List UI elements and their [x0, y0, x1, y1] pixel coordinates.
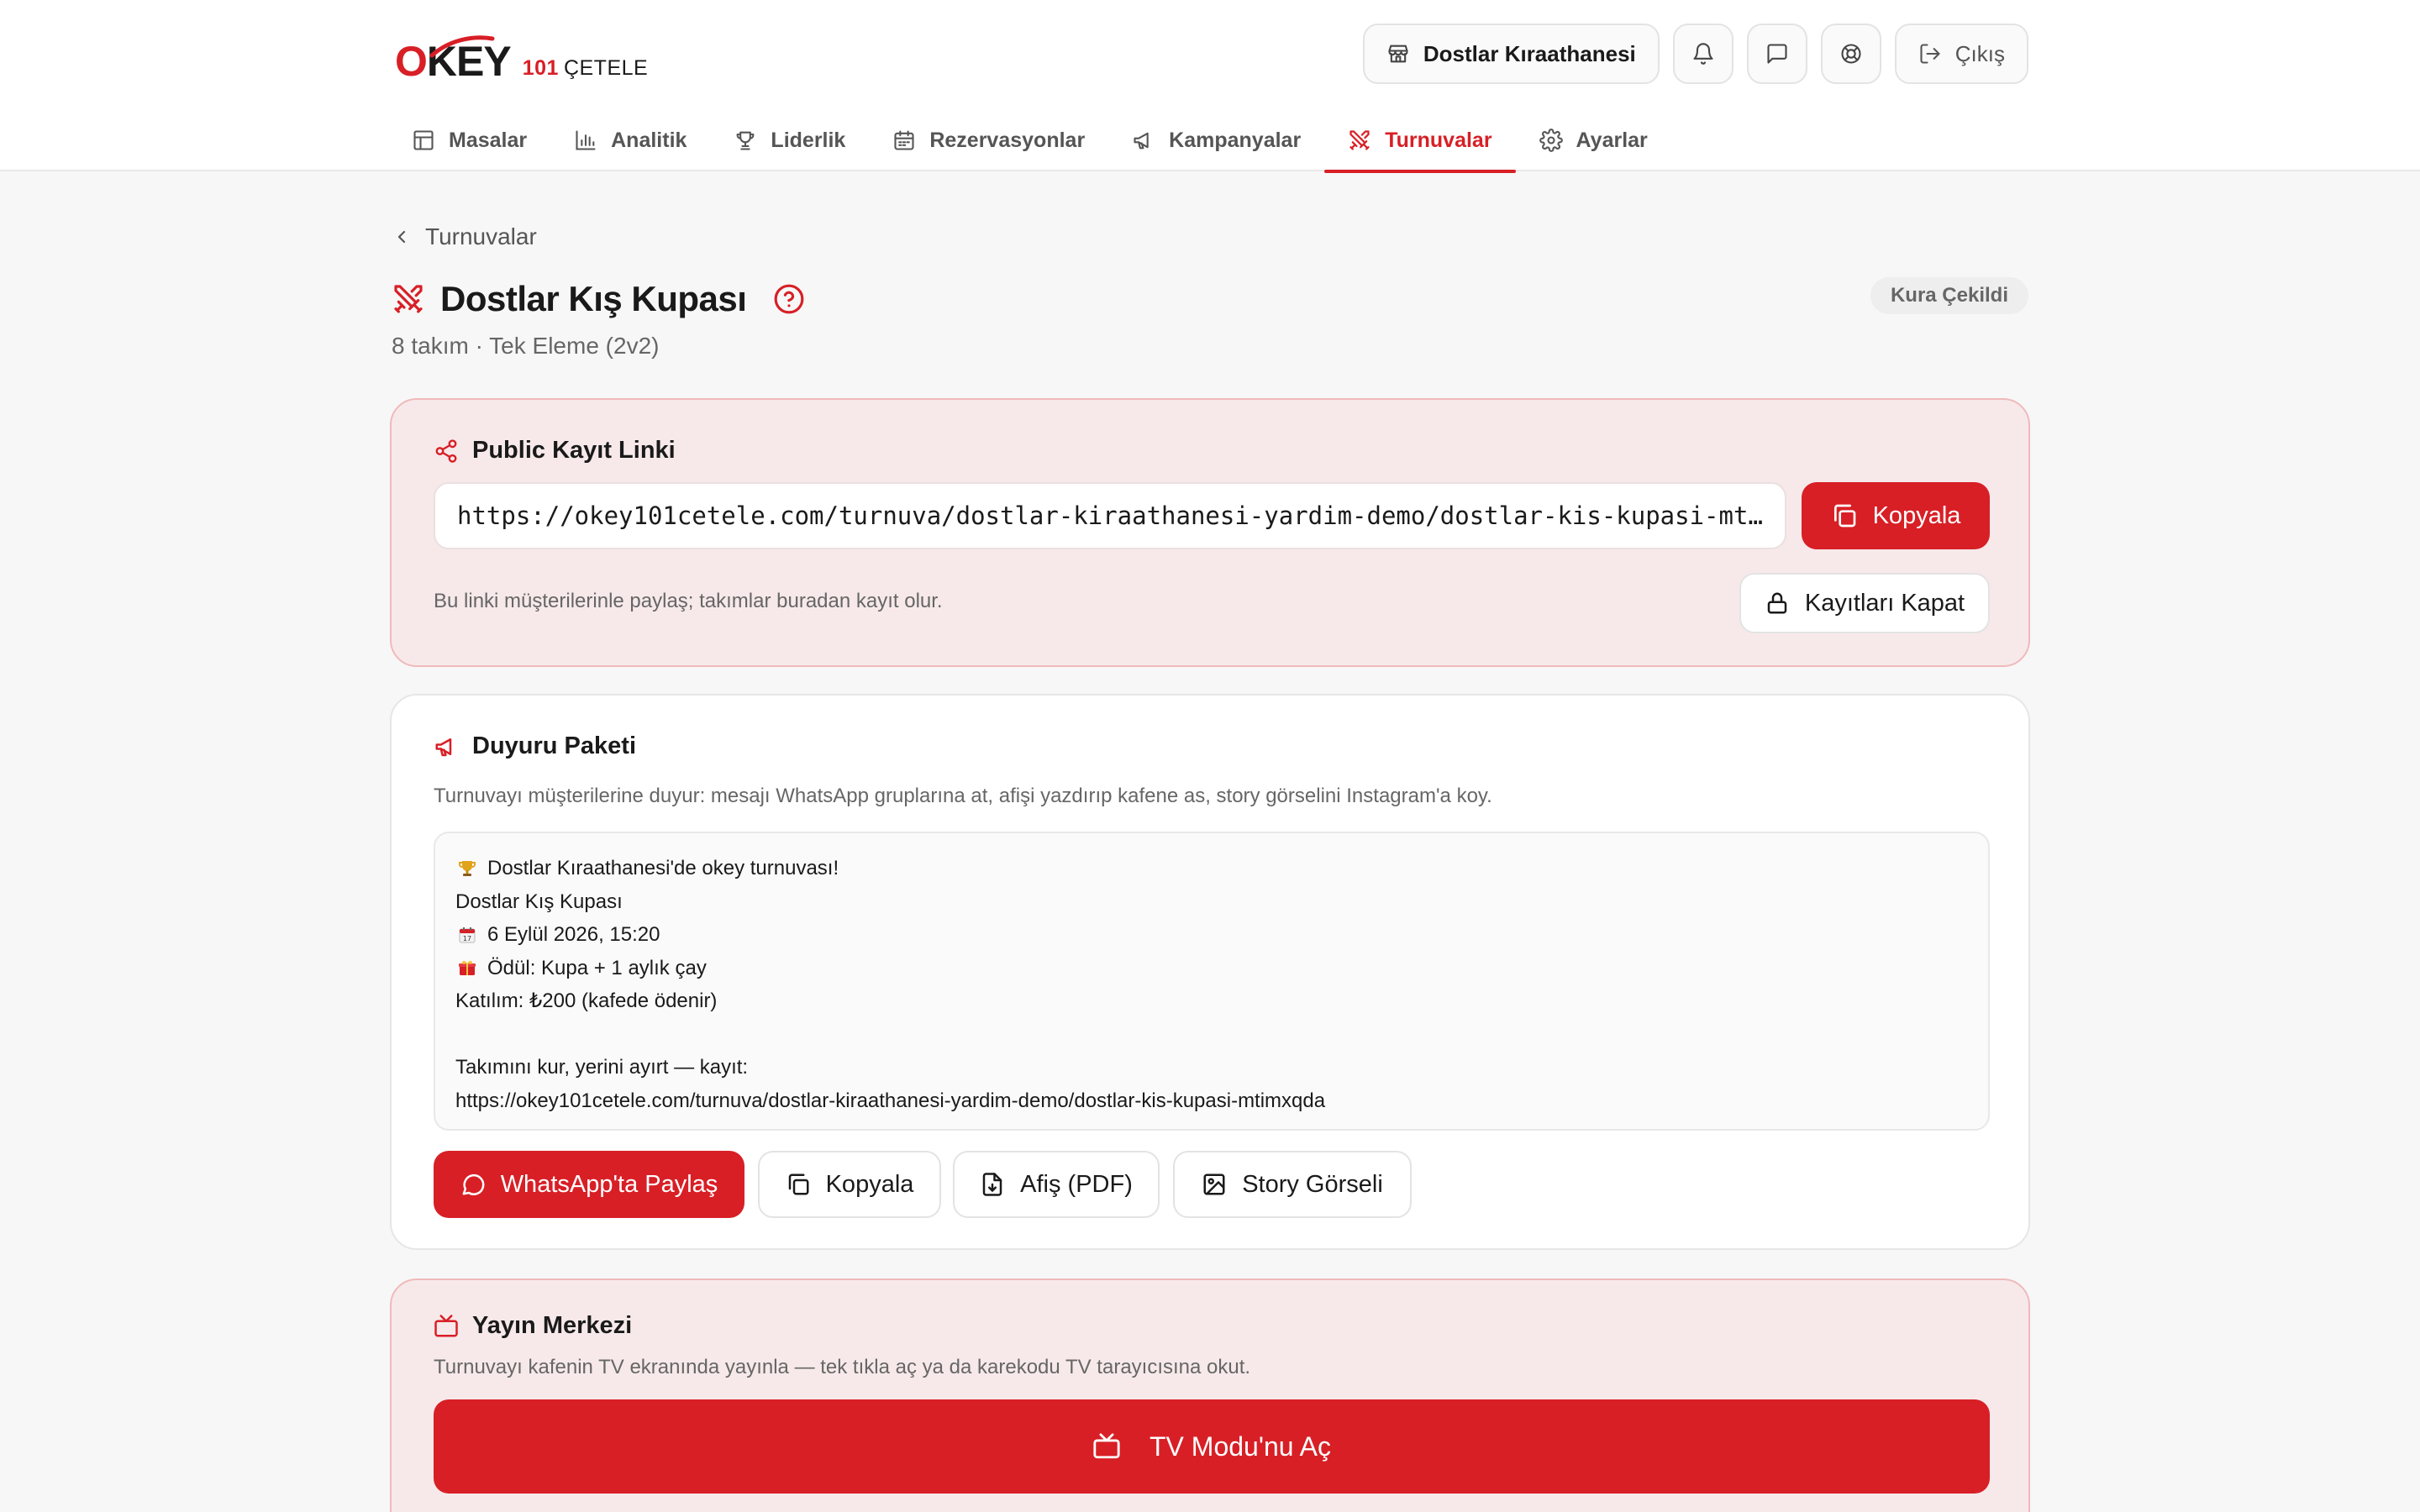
poster-pdf-button[interactable]: Afiş (PDF) [953, 1151, 1160, 1218]
registration-link-card: Public Kayıt Linki https://okey101cetele… [390, 398, 2030, 667]
announcement-line: Ödül: Kupa + 1 aylık çay [455, 952, 1968, 985]
announcement-line: https://okey101cetele.com/turnuva/dostla… [455, 1089, 1326, 1112]
breadcrumb-back-link[interactable]: Turnuvalar [392, 223, 537, 250]
announcement-desc: Turnuvayı müşterilerine duyur: mesajı Wh… [434, 785, 1492, 807]
logo-wordmark: OKEY [395, 35, 512, 82]
announcement-line: Takımını kur, yerini ayırt — kayıt: [455, 1056, 749, 1079]
lock-icon [1767, 592, 1787, 614]
logo-subtitle: 101 ÇETELE [522, 56, 649, 80]
table-icon [413, 130, 434, 150]
broadcast-card-title: Yayın Merkezi [434, 1312, 632, 1340]
status-badge: Kura Çekildi [1870, 277, 2028, 314]
page-title: Dostlar Kış Kupası [440, 279, 747, 318]
calendar-emoji-icon: 17 [455, 923, 479, 947]
page-subtitle: 8 takım · Tek Eleme (2v2) [392, 333, 660, 359]
bar-chart-icon [576, 130, 596, 150]
chat-icon [1767, 44, 1787, 64]
brand-logo[interactable]: OKEY 101 ÇETELE [395, 29, 648, 82]
announcement-message-box[interactable]: Dostlar Kıraathanesi'de okey turnuvası! … [434, 832, 1990, 1131]
registration-card-title: Public Kayıt Linki [434, 437, 676, 465]
copy-icon [788, 1173, 809, 1195]
help-button[interactable] [1820, 24, 1881, 84]
open-tv-mode-button[interactable]: TV Modu'nu Aç [434, 1399, 1990, 1494]
announcement-line: Dostlar Kış Kupası [455, 890, 623, 913]
tab-kampanyalar[interactable]: Kampanyalar [1108, 109, 1324, 171]
megaphone-icon [1134, 132, 1149, 150]
svg-text:17: 17 [463, 935, 471, 942]
calendar-icon [894, 130, 914, 150]
broadcast-desc: Turnuvayı kafenin TV ekranında yayınla —… [434, 1356, 1251, 1378]
file-download-icon [982, 1173, 1002, 1196]
lifebuoy-icon [1841, 44, 1861, 64]
gift-emoji-icon [455, 956, 479, 979]
trophy-emoji-icon [455, 857, 479, 880]
notifications-button[interactable] [1672, 24, 1733, 84]
copy-link-button[interactable]: Kopyala [1802, 482, 1990, 549]
header-actions: Dostlar Kıraathanesi Çıkış [1362, 24, 2028, 84]
logo-swoosh-icon [429, 35, 495, 58]
announcement-card: Duyuru Paketi Turnuvayı müşterilerine du… [390, 694, 2030, 1250]
tab-ayarlar[interactable]: Ayarlar [1516, 109, 1671, 171]
registration-url-text: https://okey101cetele.com/turnuva/dostla… [457, 501, 1763, 530]
messages-button[interactable] [1746, 24, 1807, 84]
logout-button[interactable]: Çıkış [1894, 24, 2028, 84]
page-title-row: Dostlar Kış Kupası [392, 279, 805, 319]
share-icon [435, 438, 457, 463]
venue-name: Dostlar Kıraathanesi [1423, 40, 1636, 66]
bell-icon [1693, 43, 1713, 65]
registration-url-field[interactable]: https://okey101cetele.com/turnuva/dostla… [434, 482, 1786, 549]
help-circle-icon[interactable] [773, 283, 805, 315]
main-nav: Masalar Analitik Liderlik Rezervasyonlar… [395, 109, 1671, 173]
store-icon [1388, 45, 1408, 63]
announcement-card-title: Duyuru Paketi [434, 732, 636, 760]
tab-masalar[interactable]: Masalar [395, 109, 550, 171]
image-icon [1203, 1173, 1225, 1195]
tab-analitik[interactable]: Analitik [550, 109, 710, 171]
story-image-button[interactable]: Story Görseli [1173, 1151, 1412, 1218]
registration-help-text: Bu linki müşterilerinle paylaş; takımlar… [434, 590, 943, 612]
copy-icon [1833, 504, 1855, 528]
gear-icon [1539, 129, 1563, 152]
close-registrations-button[interactable]: Kayıtları Kapat [1739, 573, 1990, 633]
tv-icon [1093, 1433, 1120, 1459]
logout-icon [1920, 44, 1940, 64]
announcement-line: Dostlar Kıraathanesi'de okey turnuvası! [455, 852, 1968, 885]
copy-message-button[interactable]: Kopyala [758, 1151, 941, 1218]
broadcast-card: Yayın Merkezi Turnuvayı kafenin TV ekran… [390, 1278, 2030, 1512]
logout-label: Çıkış [1954, 40, 2005, 66]
top-header: OKEY 101 ÇETELE Dostlar Kıraathanesi Çık… [0, 0, 2420, 173]
tab-turnuvalar[interactable]: Turnuvalar [1324, 109, 1516, 173]
swords-icon [1349, 130, 1370, 150]
announcement-blank-line [455, 1018, 1968, 1052]
swords-icon [394, 285, 423, 313]
venue-switcher-button[interactable]: Dostlar Kıraathanesi [1362, 24, 1660, 84]
whatsapp-icon [462, 1174, 485, 1195]
chevron-left-icon [397, 230, 406, 244]
tab-liderlik[interactable]: Liderlik [710, 109, 869, 171]
tab-rezervasyonlar[interactable]: Rezervasyonlar [869, 109, 1108, 171]
breadcrumb-label: Turnuvalar [425, 223, 537, 249]
tv-icon [434, 1314, 458, 1336]
whatsapp-share-button[interactable]: WhatsApp'ta Paylaş [434, 1151, 744, 1218]
megaphone-icon [435, 738, 452, 756]
announcement-line: 17 6 Eylül 2026, 15:20 [455, 918, 1968, 952]
announcement-line: Katılım: ₺200 (kafede ödenir) [455, 990, 718, 1012]
trophy-icon [737, 131, 755, 150]
